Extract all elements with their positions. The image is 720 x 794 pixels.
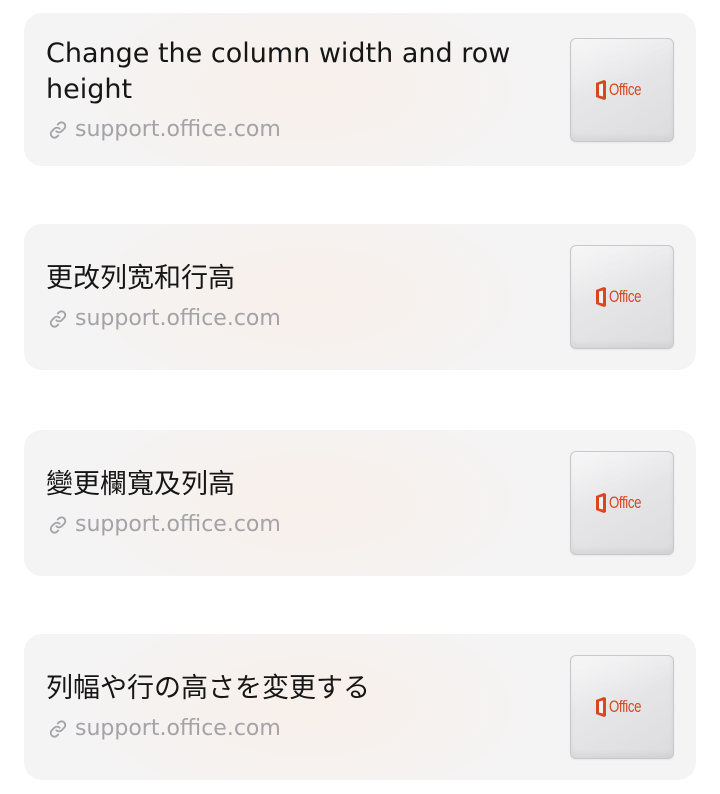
office-logo-text: Office [609, 493, 642, 512]
link-result-card[interactable]: 變更欄寬及列高 support.office.com Office [24, 430, 696, 576]
link-result-domain: support.office.com [75, 116, 281, 142]
link-icon [46, 513, 70, 537]
office-logo-icon: Office [595, 286, 649, 308]
link-result-source: support.office.com [46, 715, 546, 743]
link-result-domain: support.office.com [75, 306, 281, 331]
link-results-list: Change the column width and row height s… [0, 0, 720, 794]
link-result-thumbnail[interactable]: Office [570, 37, 674, 142]
link-result-thumbnail[interactable]: Office [570, 451, 674, 555]
link-result-domain: support.office.com [75, 716, 281, 741]
link-result-source: support.office.com [46, 116, 546, 144]
link-result-card[interactable]: 更改列宽和行高 support.office.com Office [24, 224, 696, 370]
link-result-title: 列幅や行の高さを変更する [46, 673, 370, 704]
link-result-thumbnail[interactable]: Office [570, 655, 674, 759]
office-logo-icon: Office [595, 696, 649, 718]
link-result-domain: support.office.com [75, 512, 281, 537]
office-logo-icon: Office [595, 492, 649, 514]
link-result-text: 更改列宽和行高 support.office.com [46, 261, 570, 333]
office-logo-text: Office [609, 697, 642, 716]
link-icon [46, 118, 70, 142]
link-result-source: support.office.com [46, 511, 546, 539]
link-result-text: 列幅や行の高さを変更する support.office.com [46, 671, 570, 743]
link-result-card[interactable]: 列幅や行の高さを変更する support.office.com Office [24, 634, 696, 780]
link-result-title: Change the column width and row height [46, 37, 511, 105]
link-result-text: 變更欄寬及列高 support.office.com [46, 467, 570, 539]
link-result-title: 更改列宽和行高 [46, 263, 235, 294]
office-logo-text: Office [609, 79, 642, 99]
link-result-text: Change the column width and row height s… [46, 36, 570, 144]
link-result-card[interactable]: Change the column width and row height s… [24, 13, 696, 166]
office-logo-icon: Office [595, 79, 649, 101]
link-result-thumbnail[interactable]: Office [570, 245, 674, 349]
link-icon [46, 717, 70, 741]
link-icon [46, 307, 70, 331]
link-result-source: support.office.com [46, 305, 546, 333]
office-logo-text: Office [609, 287, 642, 306]
link-result-title: 變更欄寬及列高 [46, 469, 235, 500]
